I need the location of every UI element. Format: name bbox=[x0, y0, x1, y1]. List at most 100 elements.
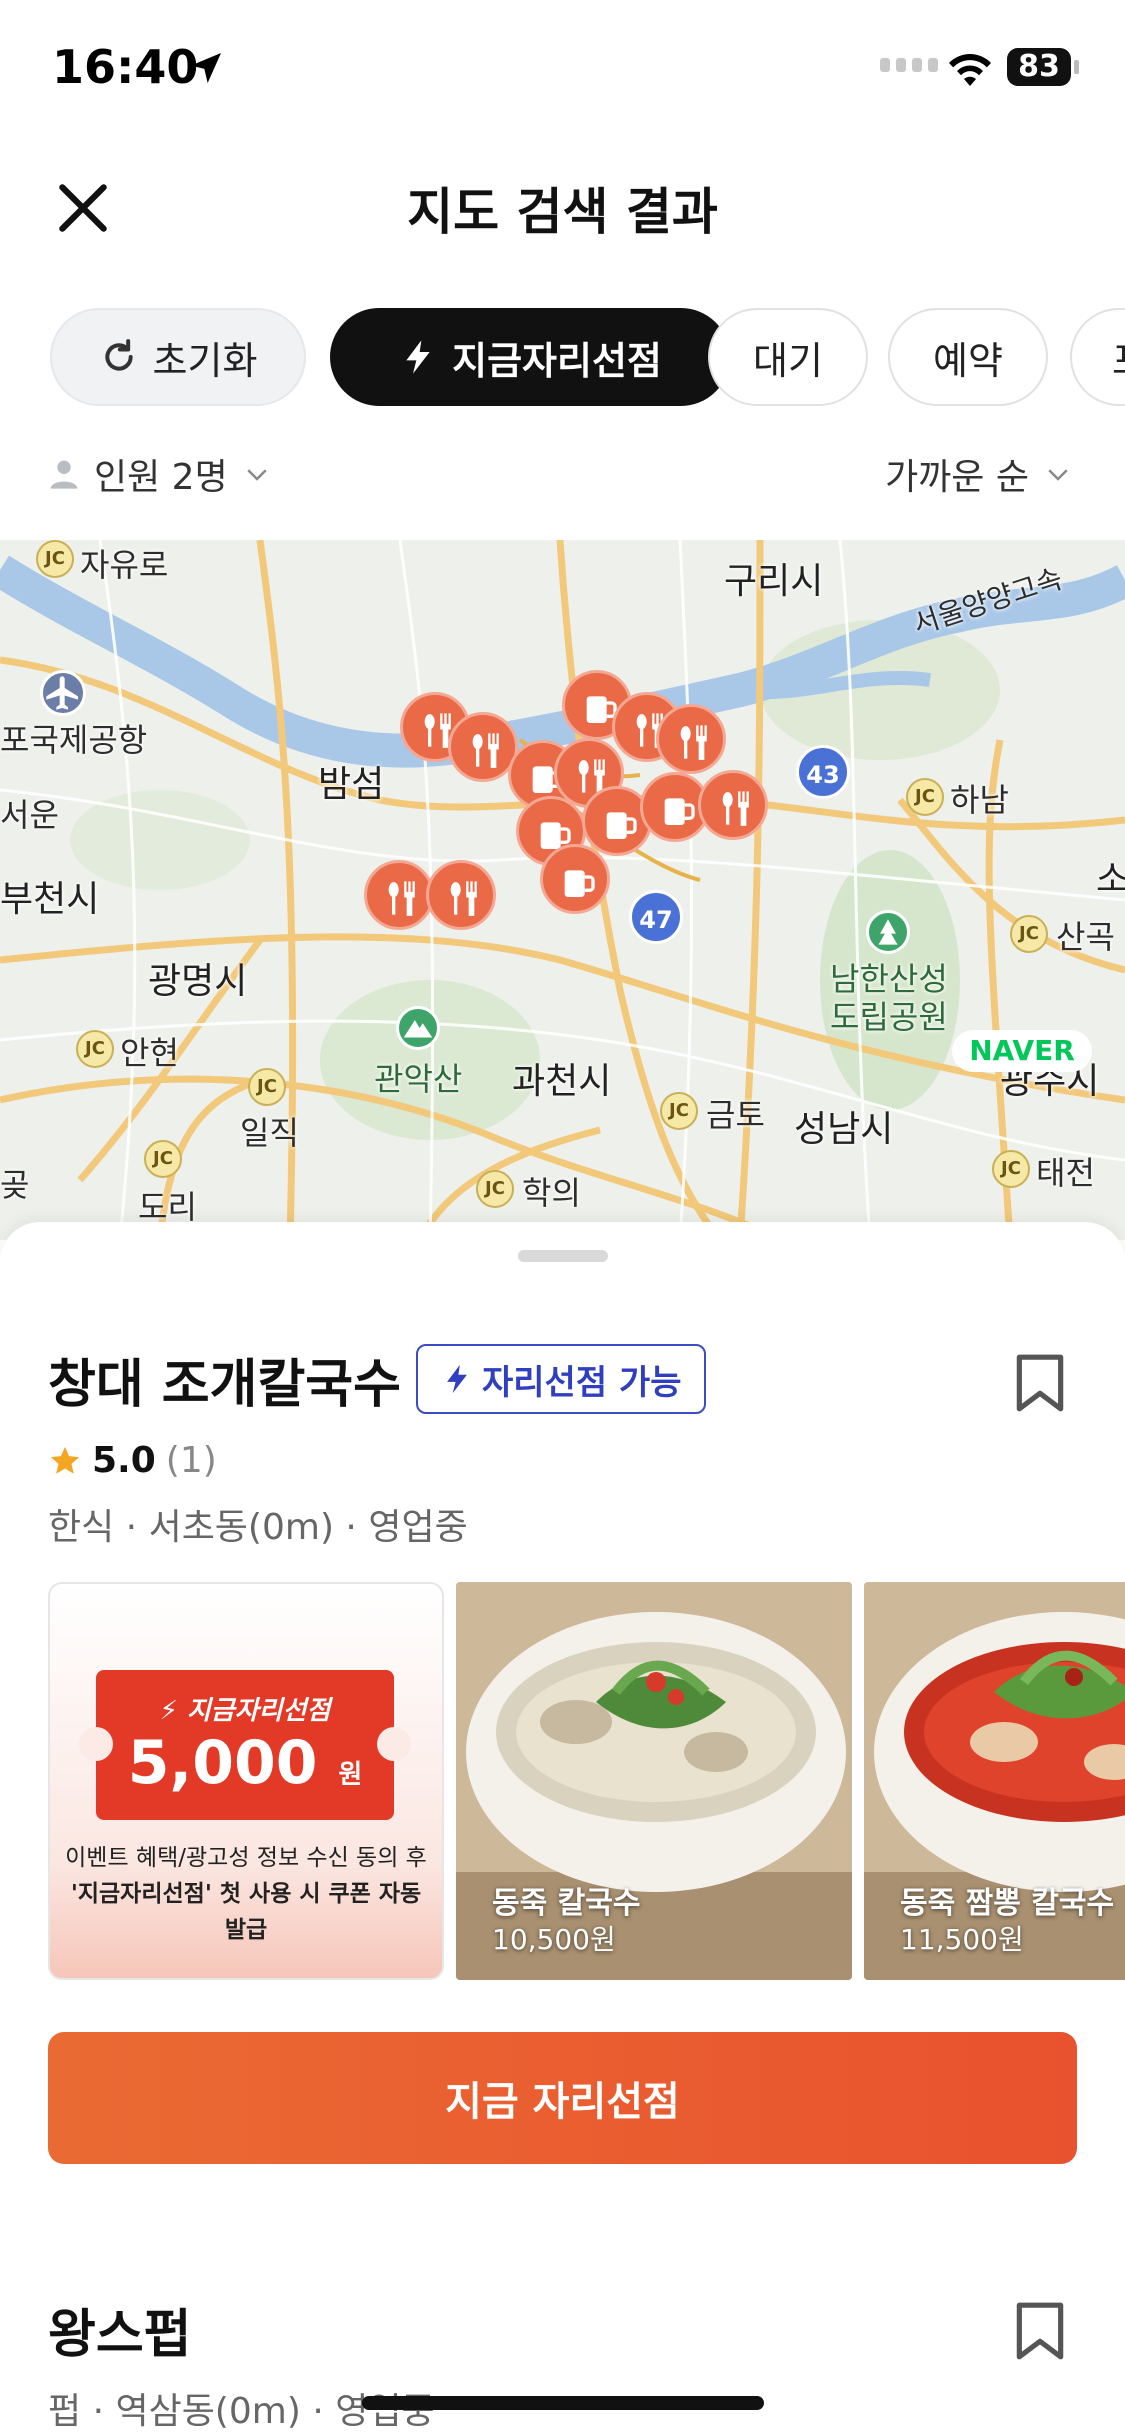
map-label-right-edge: 소 bbox=[1096, 859, 1125, 900]
store-photo-carousel[interactable]: ⚡ 지금자리선점 5,000 원 이벤트 혜택/광고성 정보 수신 동의 후 '… bbox=[48, 1582, 1125, 1982]
map-label-guri: 구리시 bbox=[724, 561, 824, 602]
coupon-card[interactable]: ⚡ 지금자리선점 5,000 원 이벤트 혜택/광고성 정보 수신 동의 후 '… bbox=[48, 1582, 444, 1980]
map-label-hagui: 학의 bbox=[522, 1174, 581, 1212]
park-icon bbox=[866, 910, 910, 954]
restaurant-pin[interactable] bbox=[364, 860, 434, 930]
store-meta: 한식 · 서초동(0m) · 영업중 bbox=[48, 1507, 468, 1548]
fork-spoon-icon bbox=[450, 881, 477, 916]
fork-spoon-icon bbox=[722, 791, 749, 826]
cellular-signal-icon bbox=[880, 58, 938, 72]
jc-marker: JC bbox=[660, 1092, 698, 1130]
chevron-down-icon bbox=[247, 469, 267, 481]
map-label-gwangmyeong: 광명시 bbox=[148, 961, 248, 1002]
jc-marker: JC bbox=[144, 1140, 182, 1178]
review-count: (1) bbox=[165, 1440, 217, 1481]
reset-button[interactable]: 초기화 bbox=[50, 308, 306, 406]
beer-icon bbox=[606, 812, 637, 839]
fork-spoon-icon bbox=[472, 733, 499, 768]
jc-marker: JC bbox=[248, 1068, 286, 1106]
store-name[interactable]: 왕스펍 bbox=[48, 2292, 192, 2367]
coupon-amount-value: 5,000 bbox=[127, 1728, 318, 1798]
restaurant-pin[interactable] bbox=[656, 704, 726, 774]
page-title: 지도 검색 결과 bbox=[407, 183, 718, 241]
menu-name: 동죽 짬뽕 칼국수 bbox=[900, 1886, 1115, 1921]
restaurant-pin[interactable] bbox=[698, 770, 768, 840]
beer-icon bbox=[564, 870, 595, 897]
star-icon bbox=[50, 1446, 80, 1474]
bookmark-icon[interactable] bbox=[1014, 2300, 1066, 2362]
options-row: 인원 2명 가까운 순 bbox=[0, 440, 1125, 510]
map-label-hanam: 하남 bbox=[950, 781, 1009, 819]
sort-selector[interactable]: 가까운 순 bbox=[885, 448, 1073, 500]
map-label-bucheon: 부천시 bbox=[0, 879, 100, 920]
map-label-geumto: 금토 bbox=[706, 1096, 765, 1134]
menu-price: 10,500원 bbox=[492, 1923, 616, 1956]
restaurant-pin[interactable] bbox=[540, 844, 610, 914]
seat-available-badge: 자리선점 가능 bbox=[416, 1344, 706, 1414]
jc-marker: JC bbox=[906, 778, 944, 816]
lightning-icon bbox=[447, 1364, 467, 1394]
mountain-icon bbox=[396, 1006, 440, 1050]
fork-spoon-icon bbox=[680, 725, 707, 760]
coupon-note: 이벤트 혜택/광고성 정보 수신 동의 후 '지금자리선점' 첫 사용 시 쿠폰… bbox=[60, 1840, 432, 1948]
naver-logo: NAVER bbox=[952, 1030, 1092, 1072]
refresh-icon bbox=[104, 339, 133, 371]
map-label-sangok: 산곡 bbox=[1056, 918, 1115, 956]
filter-wait-label: 대기 bbox=[753, 338, 823, 383]
map-label-seoul-edge: 서운 bbox=[0, 796, 59, 834]
coupon-amount-unit: 원 bbox=[338, 1760, 363, 1790]
home-indicator[interactable] bbox=[362, 2396, 764, 2410]
battery-indicator: 83 bbox=[1007, 48, 1071, 86]
rating-row: 5.0 (1) bbox=[48, 1440, 217, 1481]
battery-tip bbox=[1074, 60, 1079, 74]
now-seat-button[interactable]: 지금 자리선점 bbox=[48, 2032, 1077, 2164]
route-43-marker: 43 bbox=[796, 745, 850, 799]
map-label-bamseom: 밤섬 bbox=[318, 764, 385, 805]
filter-more[interactable]: 포 bbox=[1070, 308, 1125, 406]
rating-value: 5.0 bbox=[92, 1440, 156, 1481]
airport-icon bbox=[40, 670, 86, 716]
bookmark-icon[interactable] bbox=[1014, 1352, 1066, 1414]
person-icon bbox=[50, 460, 78, 489]
people-selector[interactable]: 인원 2명 bbox=[48, 448, 272, 500]
fork-spoon-icon bbox=[388, 881, 415, 916]
location-arrow-icon bbox=[191, 53, 221, 83]
jc-marker: JC bbox=[36, 540, 74, 578]
sort-label: 가까운 순 bbox=[885, 457, 1029, 498]
map-label-namhansanseong: 남한산성 도립공원 bbox=[830, 960, 948, 1036]
coupon-tag: ⚡ 지금자리선점 bbox=[159, 1696, 331, 1726]
menu-photo-card[interactable]: 동죽 짬뽕 칼국수 11,500원 bbox=[864, 1582, 1125, 1980]
map-label-seongnam: 성남시 bbox=[794, 1109, 894, 1150]
beer-icon bbox=[664, 798, 695, 825]
map-view[interactable]: 자유로 JC 구리시 서울양양고속 포국제공항 밤섬 서운 부천시 43 47 … bbox=[0, 540, 1125, 1240]
store-name[interactable]: 창대 조개칼국수 bbox=[48, 1342, 401, 1417]
menu-photo-card[interactable]: 동죽 칼국수 10,500원 bbox=[456, 1582, 852, 1980]
map-label-gwacheon: 과천시 bbox=[512, 1061, 612, 1102]
map-label-iljik: 일직 bbox=[240, 1114, 299, 1152]
reset-label: 초기화 bbox=[152, 338, 258, 383]
menu-name: 동죽 칼국수 bbox=[492, 1886, 641, 1921]
chevron-down-icon bbox=[1048, 469, 1068, 481]
filter-wait[interactable]: 대기 bbox=[708, 308, 868, 406]
filter-reservation[interactable]: 예약 bbox=[888, 308, 1048, 406]
map-label-left-edge: 곶 bbox=[0, 1166, 30, 1204]
map-label-anhyeon: 안현 bbox=[120, 1034, 179, 1072]
results-sheet[interactable]: 창대 조개칼국수 자리선점 가능 5.0 (1) 한식 · 서초동(0m) · … bbox=[0, 1222, 1125, 2436]
map-label-jayuro: 자유로 bbox=[80, 546, 169, 584]
map-label-gimpo-airport: 포국제공항 bbox=[0, 721, 148, 759]
people-label: 인원 2명 bbox=[94, 457, 228, 498]
sheet-drag-handle[interactable] bbox=[518, 1250, 608, 1262]
header: 지도 검색 결과 bbox=[0, 140, 1125, 270]
coupon-note-line1: 이벤트 혜택/광고성 정보 수신 동의 후 bbox=[65, 1845, 427, 1871]
wifi-icon bbox=[949, 54, 991, 86]
filter-now-seat-label: 지금자리선점 bbox=[452, 338, 662, 383]
jc-marker: JC bbox=[476, 1170, 514, 1208]
map-label-taejeon: 태전 bbox=[1036, 1154, 1095, 1192]
restaurant-pin[interactable] bbox=[426, 860, 496, 930]
jc-marker: JC bbox=[992, 1150, 1030, 1188]
status-time: 16:40 bbox=[52, 40, 199, 94]
filter-now-seat[interactable]: 지금자리선점 bbox=[330, 308, 730, 406]
filter-chips: 초기화 지금자리선점 대기 예약 포 bbox=[50, 308, 1125, 406]
filter-more-label: 포 bbox=[1112, 330, 1125, 385]
coupon-amount: 5,000 원 bbox=[96, 1728, 394, 1798]
